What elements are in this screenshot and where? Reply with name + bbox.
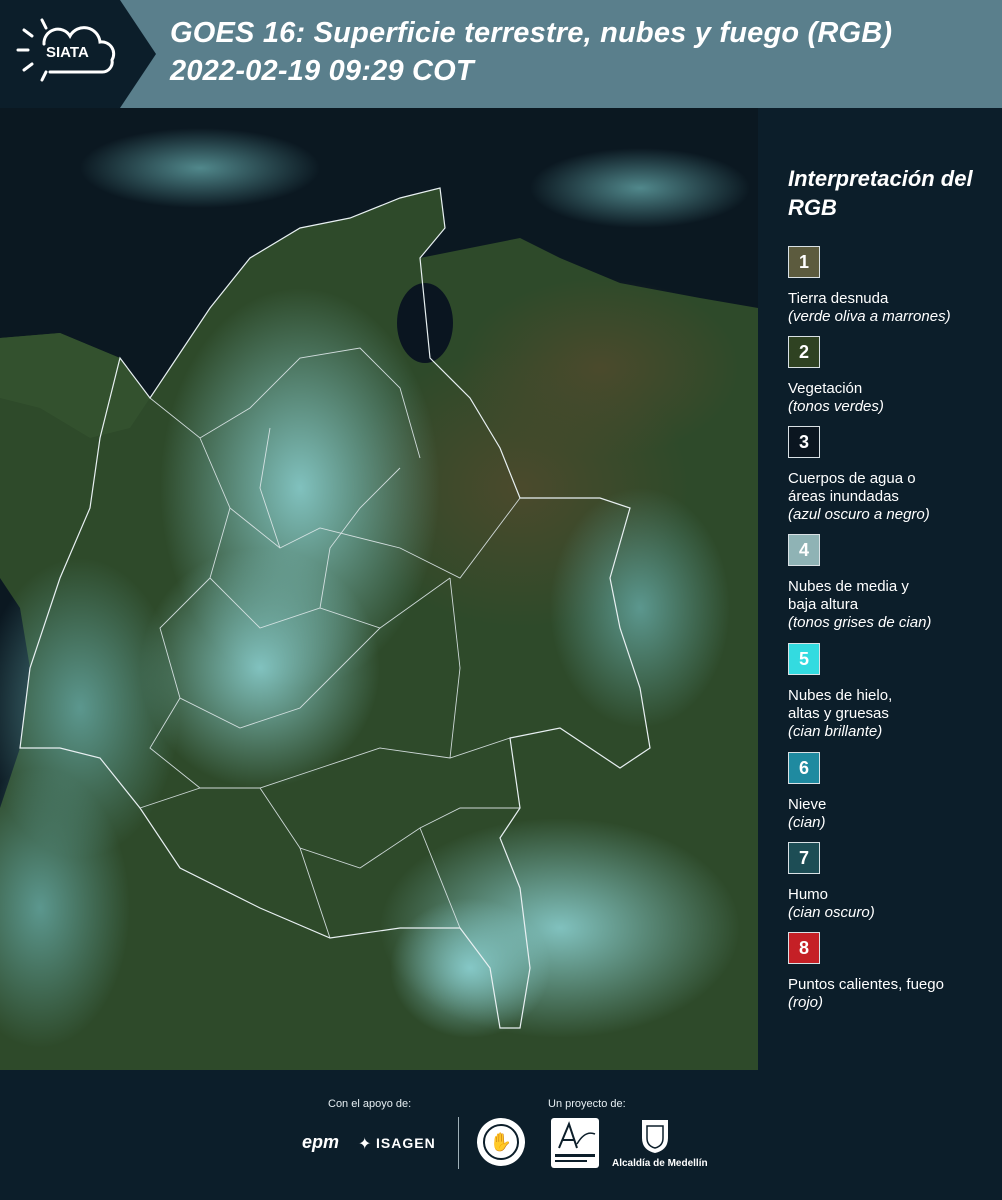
legend-label-8: Puntos calientes, fuego — [788, 976, 944, 993]
page-title: GOES 16: Superficie terrestre, nubes y f… — [170, 14, 892, 90]
footer-divider — [458, 1117, 459, 1169]
legend-sub-1: (verde oliva a marrones) — [788, 308, 951, 325]
legend-label-7: Humo — [788, 886, 829, 903]
legend-label-2: Vegetación — [788, 380, 863, 397]
university-seal-icon: ✋ — [477, 1118, 525, 1166]
legend-label-5: Nubes de hielo, altas y gruesas — [788, 687, 893, 722]
satellite-map — [0, 108, 758, 1070]
legend-label-6: Nieve — [788, 796, 827, 813]
legend-title: Interpretación del RGB — [788, 166, 973, 220]
legend-sub-7: (cian oscuro) — [788, 904, 875, 921]
legend-item-5: 5 Nubes de hielo, altas y gruesas (cian … — [788, 643, 998, 741]
title-line-2: 2022-02-19 09:29 COT — [170, 55, 474, 87]
area-metropolitana-logo — [551, 1118, 599, 1168]
legend-item-1: 1 Tierra desnuda (verde oliva a marrones… — [788, 246, 998, 326]
epm-logo: epm — [302, 1132, 340, 1152]
legend-sub-2: (tonos verdes) — [788, 398, 884, 415]
legend-swatch-1: 1 — [788, 246, 820, 278]
legend-panel: Interpretación del RGB 1 Tierra desnuda … — [758, 108, 1002, 1070]
medellin-logo-text: Alcaldía de Medellín — [612, 1158, 708, 1169]
legend-swatch-8: 8 — [788, 932, 820, 964]
legend-item-8: 8 Puntos calientes, fuego (rojo) — [788, 932, 998, 1012]
footer: Con el apoyo de: Un proyecto de: epm ✦ I… — [0, 1070, 1002, 1200]
siata-logo: SIATA — [0, 0, 156, 108]
legend-swatch-4: 4 — [788, 534, 820, 566]
legend-sub-5: (cian brillante) — [788, 723, 883, 740]
legend-swatch-5: 5 — [788, 643, 820, 675]
legend-sub-6: (cian) — [788, 814, 826, 831]
header: SIATA GOES 16: Superficie terrestre, nub… — [0, 0, 1002, 108]
support-label: Con el apoyo de: — [328, 1098, 412, 1110]
legend-item-4: 4 Nubes de media y baja altura (tonos gr… — [788, 534, 998, 632]
legend-item-6: 6 Nieve (cian) — [788, 752, 998, 832]
legend-item-3: 3 Cuerpos de agua o áreas inundadas (azu… — [788, 426, 998, 524]
legend-swatch-7: 7 — [788, 842, 820, 874]
legend-item-2: 2 Vegetación (tonos verdes) — [788, 336, 998, 416]
title-line-1: GOES 16: Superficie terrestre, nubes y f… — [170, 17, 893, 49]
logo-text: SIATA — [46, 44, 89, 61]
legend-sub-3: (azul oscuro a negro) — [788, 506, 930, 523]
legend-swatch-2: 2 — [788, 336, 820, 368]
legend-swatch-6: 6 — [788, 752, 820, 784]
isagen-logo: ISAGEN — [376, 1135, 436, 1151]
legend-item-7: 7 Humo (cian oscuro) — [788, 842, 998, 922]
legend-label-4: Nubes de media y baja altura — [788, 578, 909, 613]
isagen-icon: ✦ — [358, 1136, 372, 1153]
legend-swatch-3: 3 — [788, 426, 820, 458]
legend-sub-4: (tonos grises de cian) — [788, 614, 932, 631]
project-label: Un proyecto de: — [548, 1098, 626, 1110]
legend-sub-8: (rojo) — [788, 994, 824, 1011]
medellin-shield-icon — [640, 1118, 670, 1154]
legend-label-1: Tierra desnuda — [788, 290, 889, 307]
legend-label-3: Cuerpos de agua o áreas inundadas — [788, 470, 916, 505]
